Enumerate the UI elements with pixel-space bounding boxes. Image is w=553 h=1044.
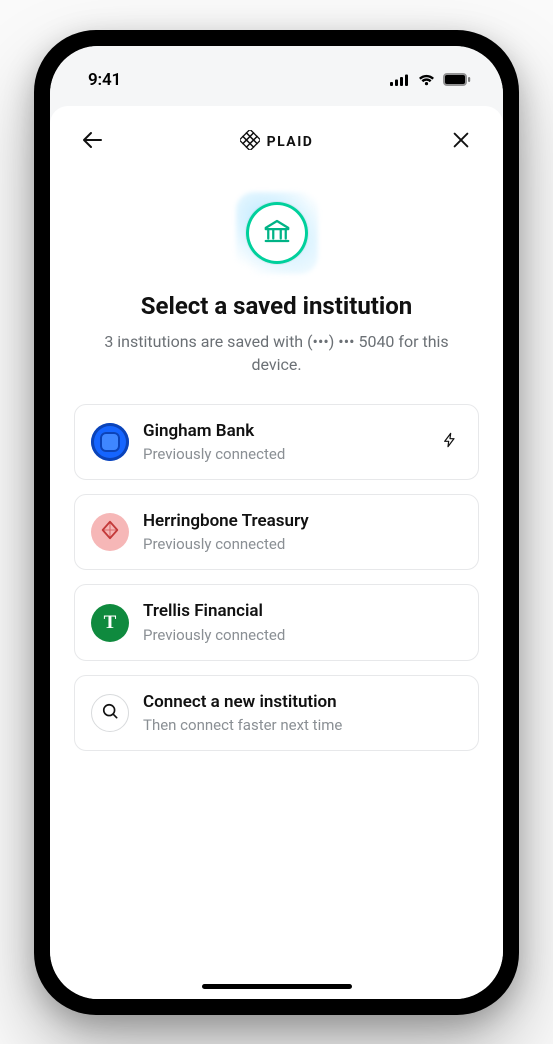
institution-name: Gingham Bank xyxy=(143,421,424,442)
search-circle xyxy=(91,694,129,732)
institution-row-gingham[interactable]: Gingham Bank Previously connected xyxy=(74,404,479,480)
status-icons xyxy=(390,73,471,86)
cellular-icon xyxy=(390,74,410,86)
institution-logo-herringbone xyxy=(91,513,129,551)
institution-row-herringbone[interactable]: Herringbone Treasury Previously connecte… xyxy=(74,494,479,570)
back-button[interactable] xyxy=(74,124,110,160)
lightning-icon xyxy=(442,430,458,454)
hero-badge xyxy=(242,198,312,268)
wifi-icon xyxy=(417,73,436,86)
connect-new-sub: Then connect faster next time xyxy=(143,716,462,734)
close-button[interactable] xyxy=(443,124,479,160)
device-frame: 9:41 xyxy=(34,30,519,1015)
sheet-header: PLAID xyxy=(74,112,479,172)
battery-icon xyxy=(443,73,471,86)
plaid-logo-icon xyxy=(240,130,260,154)
fast-connect-badge xyxy=(438,430,462,454)
institution-sub: Previously connected xyxy=(143,535,462,553)
brand: PLAID xyxy=(240,130,314,154)
arrow-left-icon xyxy=(80,128,104,156)
page-title: Select a saved institution xyxy=(141,292,413,320)
connect-new-institution[interactable]: Connect a new institution Then connect f… xyxy=(74,675,479,751)
institution-list: Gingham Bank Previously connected xyxy=(74,404,479,751)
brand-name: PLAID xyxy=(267,134,314,150)
modal-sheet: PLAID Select a xyxy=(50,106,503,999)
page-subtitle: 3 institutions are saved with (•••) ••• … xyxy=(74,330,479,376)
status-bar: 9:41 xyxy=(50,46,503,100)
institution-logo-gingham xyxy=(91,423,129,461)
hero: Select a saved institution 3 institution… xyxy=(74,198,479,376)
institution-row-trellis[interactable]: T Trellis Financial Previously connected xyxy=(74,584,479,660)
screen: 9:41 xyxy=(50,46,503,999)
diamond-icon xyxy=(99,519,121,545)
institution-sub: Previously connected xyxy=(143,626,462,644)
connect-new-title: Connect a new institution xyxy=(143,692,462,713)
institution-name: Trellis Financial xyxy=(143,601,462,622)
close-icon xyxy=(450,129,472,155)
institution-name: Herringbone Treasury xyxy=(143,511,462,532)
institution-logo-trellis: T xyxy=(91,604,129,642)
trellis-glyph: T xyxy=(104,612,117,634)
home-indicator xyxy=(202,984,352,989)
bank-icon xyxy=(262,216,292,250)
status-time: 9:41 xyxy=(88,70,121,90)
search-icon xyxy=(100,701,120,725)
institution-sub: Previously connected xyxy=(143,445,424,463)
